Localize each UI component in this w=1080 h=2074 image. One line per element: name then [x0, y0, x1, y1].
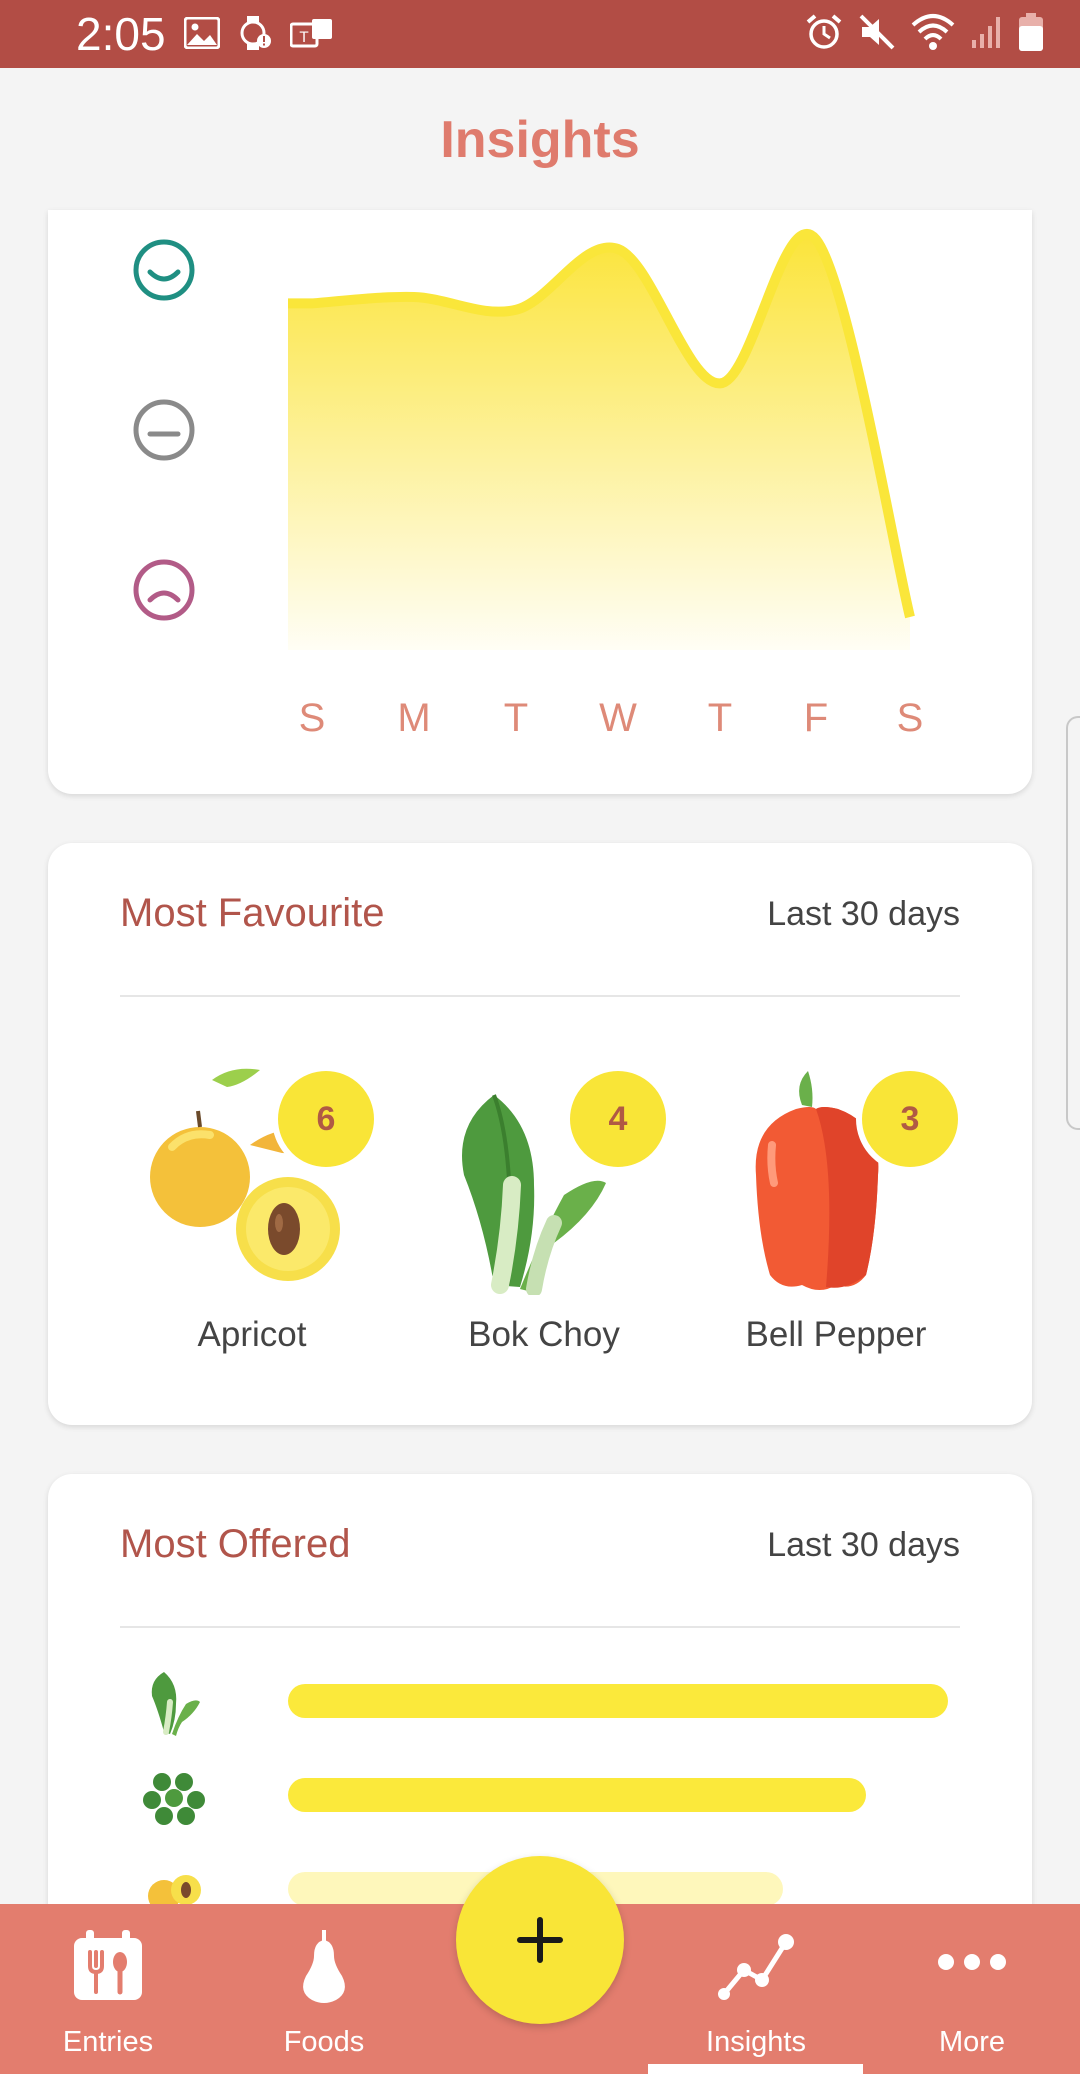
calendar-cutlery-icon — [74, 1930, 142, 2000]
offer-level-bar — [288, 1684, 948, 1718]
favourite-item-apricot[interactable]: 6 Apricot — [132, 1065, 380, 1365]
count-badge: 3 — [856, 1065, 964, 1173]
signal-icon — [972, 17, 1000, 48]
nav-label: Insights — [706, 2026, 806, 2058]
day-label: T — [707, 696, 733, 740]
nav-item-insights[interactable]: Insights — [676, 1904, 836, 2074]
nav-label: Entries — [62, 2026, 154, 2058]
nav-label: Foods — [283, 2026, 365, 2058]
plus-icon — [517, 1917, 563, 1963]
status-right-icons — [804, 12, 1044, 52]
more-dots-icon — [938, 1954, 1006, 1970]
offer-level-bar — [288, 1778, 866, 1812]
nav-label: More — [938, 2026, 1006, 2058]
offered-row-peas[interactable] — [48, 1760, 1032, 1832]
battery-icon — [1019, 13, 1043, 51]
day-label: S — [298, 696, 326, 740]
day-label: W — [599, 696, 637, 740]
trend-line-icon — [718, 1934, 794, 2000]
food-name: Bok Choy — [468, 1315, 620, 1354]
divider — [120, 1626, 960, 1628]
add-entry-button[interactable] — [456, 1856, 624, 2024]
active-tab-indicator — [648, 2064, 863, 2074]
range-selector[interactable]: Last 30 days — [767, 895, 960, 934]
most-favourite-card: Most Favourite Last 30 days 6 Apricot 4 — [48, 843, 1032, 1425]
card-title: Most Favourite — [120, 891, 385, 935]
alarm-icon — [806, 14, 842, 49]
card-title: Most Offered — [120, 1522, 351, 1566]
favourite-item-bell-pepper[interactable]: 3 Bell Pepper — [716, 1065, 964, 1365]
mood-chart-card: SMTWTFS — [48, 210, 1032, 794]
nav-item-foods[interactable]: Foods — [244, 1904, 404, 2074]
status-bar: 2:05 T — [0, 0, 1080, 68]
svg-text:T: T — [299, 30, 309, 46]
food-name: Apricot — [197, 1315, 307, 1354]
bok-choy-icon — [151, 1672, 200, 1736]
peas-icon — [143, 1773, 205, 1825]
day-label: M — [397, 696, 431, 740]
day-label: S — [896, 696, 924, 740]
page-title: Insights — [440, 111, 640, 169]
pear-icon — [303, 1930, 345, 2003]
edge-panel-handle[interactable] — [1066, 716, 1080, 1130]
status-time: 2:05 — [76, 8, 166, 60]
count-badge: 4 — [564, 1065, 672, 1173]
wifi-icon — [911, 14, 955, 50]
divider — [120, 995, 960, 997]
mute-icon — [859, 14, 895, 50]
count-badge: 6 — [272, 1065, 380, 1173]
watch-alert-icon — [240, 16, 271, 50]
food-name: Bell Pepper — [745, 1315, 927, 1354]
offered-row-bok-choy[interactable] — [48, 1666, 1032, 1738]
day-label: T — [503, 696, 529, 740]
favourite-item-bok-choy[interactable]: 4 Bok Choy — [424, 1065, 672, 1365]
card-header: Most Offered Last 30 days — [120, 1522, 960, 1582]
image-icon — [184, 17, 220, 49]
teams-icon: T — [290, 19, 332, 48]
day-label: F — [803, 696, 829, 740]
card-header: Most Favourite Last 30 days — [120, 891, 960, 951]
range-selector[interactable]: Last 30 days — [767, 1526, 960, 1565]
status-left-icons: T — [184, 14, 334, 52]
nav-item-entries[interactable]: Entries — [28, 1904, 188, 2074]
nav-item-more[interactable]: More — [892, 1904, 1052, 2074]
